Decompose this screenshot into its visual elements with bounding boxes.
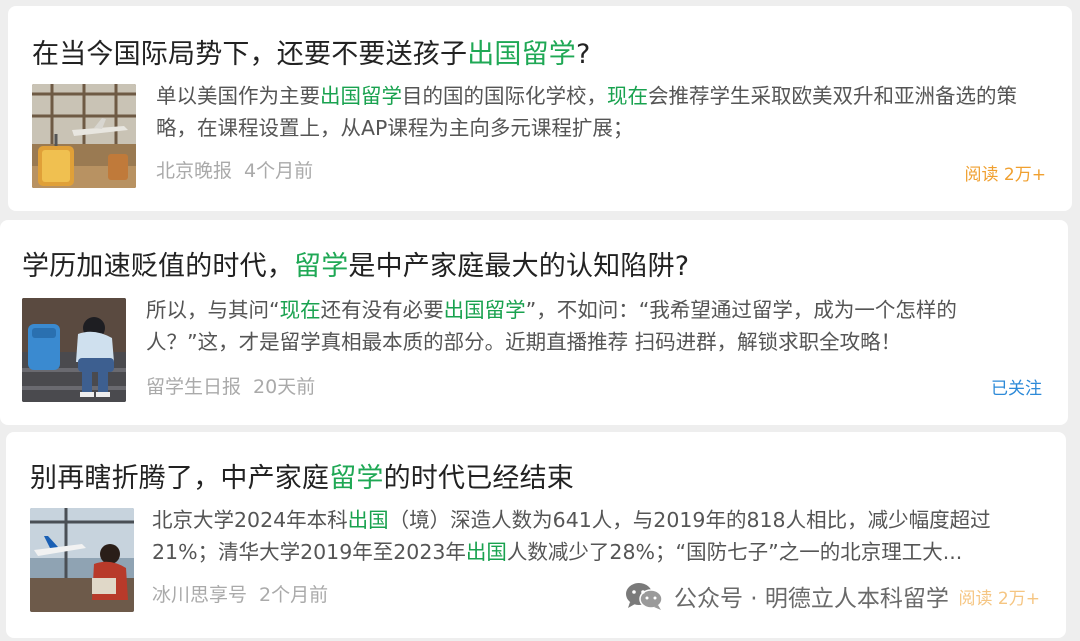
article-time: 2个月前 <box>259 584 329 606</box>
wechat-icon <box>626 583 663 610</box>
article-meta: 北京晚报 4个月前 <box>156 156 313 183</box>
summary-highlight: 出国留学 <box>320 84 402 108</box>
article-source[interactable]: 留学生日报 <box>146 376 241 398</box>
summary-text: 目的国的国际化学校， <box>402 84 607 108</box>
watermark-text: 公众号 · 明德立人本科留学 <box>674 586 949 612</box>
title-text-end: 是中产家庭最大的认知陷阱? <box>348 251 690 282</box>
followed-status-badge[interactable]: 已关注 <box>991 374 1042 399</box>
article-title[interactable]: 在当今国际局势下，还要不要送孩子出国留学? <box>32 32 591 71</box>
article-summary: 所以，与其问“现在还有没有必要出国留学”，不如问：“我希望通过留学，成为一个怎样… <box>146 294 1042 358</box>
airplane-window-image <box>30 508 134 612</box>
summary-highlight: 出国 <box>347 508 389 532</box>
airport-suitcase-image <box>32 84 136 188</box>
title-text-end: ? <box>576 39 591 70</box>
summary-highlight: 现在 <box>279 298 321 322</box>
summary-highlight: 出国 <box>465 540 507 564</box>
title-text: 在当今国际局势下，还要不要送孩子 <box>32 39 468 70</box>
title-text: 学历加速贬值的时代， <box>22 251 294 282</box>
title-text-end: 的时代已经结束 <box>383 463 575 494</box>
article-meta: 冰川思享号 2个月前 <box>152 580 328 607</box>
article-title[interactable]: 别再瞎折腾了，中产家庭留学的时代已经结束 <box>30 456 574 495</box>
article-title[interactable]: 学历加速贬值的时代，留学是中产家庭最大的认知陷阱? <box>22 244 689 283</box>
article-summary: 单以美国作为主要出国留学目的国的国际化学校，现在会推荐学生采取欧美双升和亚洲备选… <box>156 80 1048 144</box>
summary-highlight: 出国留学 <box>443 298 526 322</box>
article-summary: 北京大学2024年本科出国（境）深造人数为641人，与2019年的818人相比，… <box>152 504 1038 568</box>
wechat-watermark: 公众号 · 明德立人本科留学 <box>624 578 949 614</box>
article-source[interactable]: 冰川思享号 <box>152 584 247 606</box>
summary-text: 北京大学2024年本科 <box>152 508 348 532</box>
read-count-badge: 阅读 2万+ <box>964 165 1046 185</box>
article-time: 4个月前 <box>244 160 314 182</box>
read-count-badge: 阅读 2万+ <box>958 589 1040 609</box>
summary-highlight: 现在 <box>607 84 648 108</box>
title-highlight: 出国留学 <box>467 39 577 70</box>
article-source[interactable]: 北京晚报 <box>156 160 232 182</box>
summary-text: 还有没有必要 <box>320 298 444 322</box>
title-highlight: 留学 <box>329 463 384 494</box>
article-meta: 留学生日报 20天前 <box>146 372 315 399</box>
article-thumbnail[interactable] <box>22 298 126 402</box>
article-card-1[interactable]: 在当今国际局势下，还要不要送孩子出国留学? 单以美国作为主要出国留学目的国的国际… <box>8 6 1072 211</box>
summary-text: 人数减少了28%；“国防七子”之一的北京理工大... <box>506 540 963 564</box>
summary-text: 单以美国作为主要 <box>156 84 320 108</box>
article-time: 20天前 <box>253 376 316 398</box>
summary-text: 所以，与其问“ <box>146 298 280 322</box>
title-text: 别再瞎折腾了，中产家庭 <box>30 463 330 494</box>
article-thumbnail[interactable] <box>32 84 136 188</box>
sad-student-image <box>22 298 126 402</box>
article-card-2[interactable]: 学历加速贬值的时代，留学是中产家庭最大的认知陷阱? 所以，与其问“现在还有没有必… <box>0 220 1068 425</box>
title-highlight: 留学 <box>294 251 349 282</box>
article-thumbnail[interactable] <box>30 508 134 612</box>
